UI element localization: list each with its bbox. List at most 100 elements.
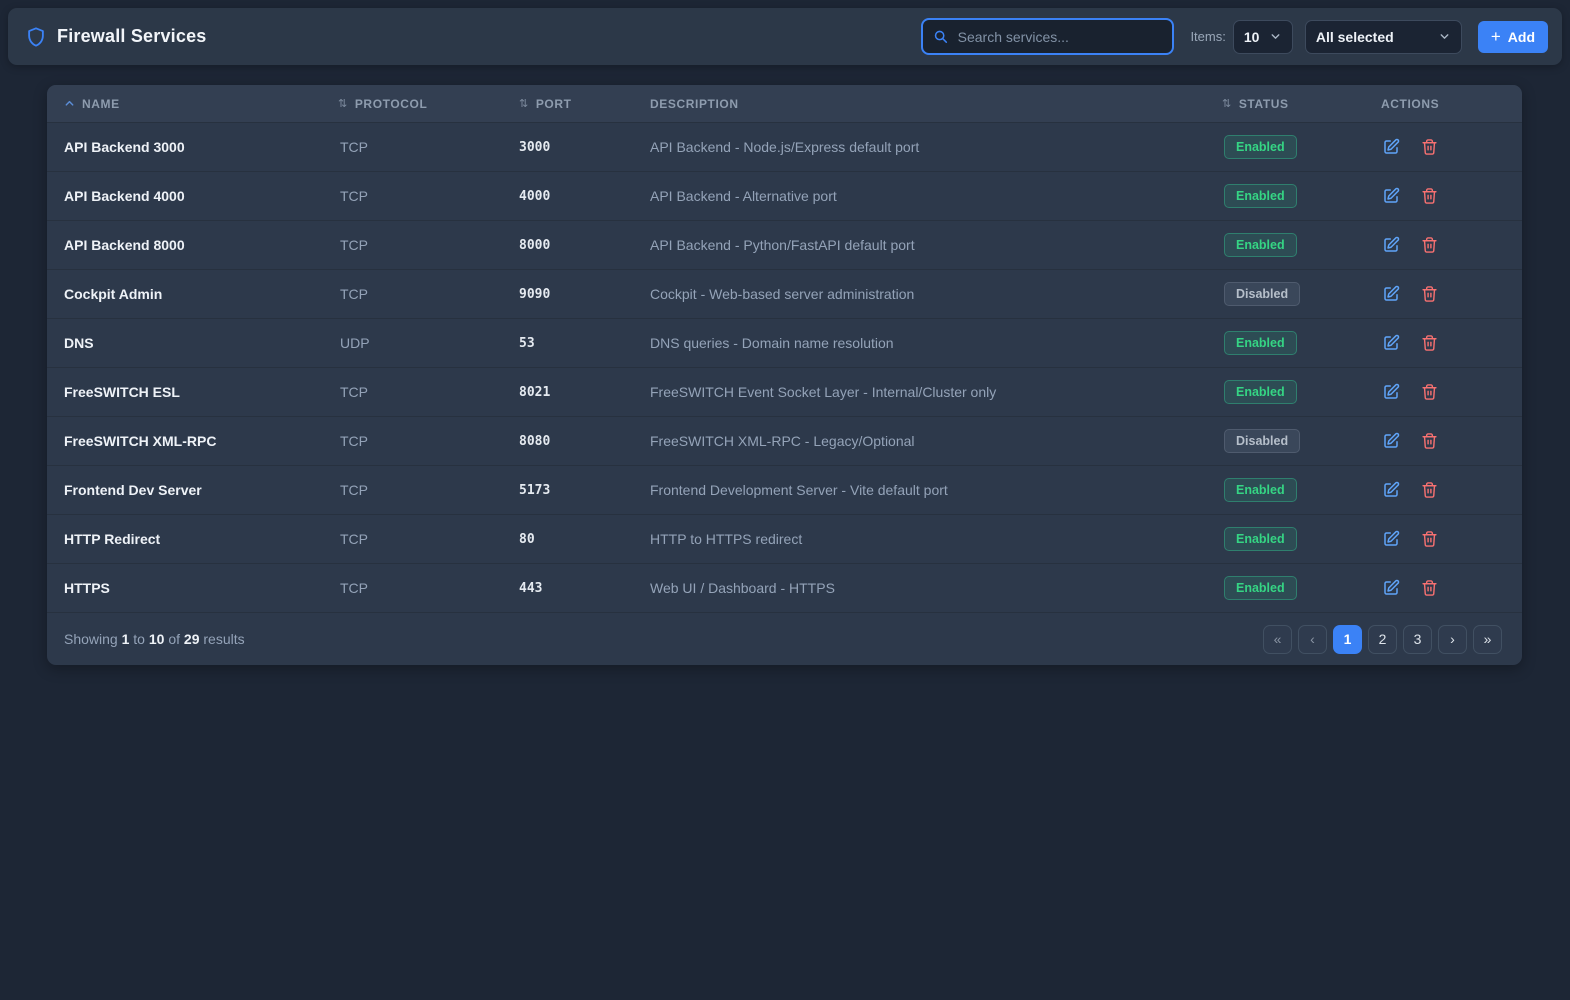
service-name: API Backend 8000	[47, 237, 338, 253]
delete-button[interactable]	[1421, 530, 1438, 548]
edit-button[interactable]	[1382, 383, 1400, 401]
service-description: FreeSWITCH XML-RPC - Legacy/Optional	[650, 433, 1222, 449]
service-description: HTTP to HTTPS redirect	[650, 531, 1222, 547]
row-actions	[1372, 530, 1522, 548]
trash-icon	[1421, 187, 1438, 205]
edit-button[interactable]	[1382, 285, 1400, 303]
service-port: 3000	[519, 140, 650, 155]
edit-button[interactable]	[1382, 432, 1400, 450]
edit-button[interactable]	[1382, 187, 1400, 205]
edit-pencil-square-icon	[1382, 579, 1400, 597]
pagination-page-1[interactable]: 1	[1333, 625, 1362, 654]
summary-text: of	[168, 631, 180, 647]
delete-button[interactable]	[1421, 579, 1438, 597]
edit-pencil-square-icon	[1382, 138, 1400, 156]
column-header-status[interactable]: ⇅STATUS	[1222, 97, 1372, 111]
column-header-description: DESCRIPTION	[650, 97, 1222, 111]
pagination-first-button[interactable]: «	[1263, 625, 1292, 654]
delete-button[interactable]	[1421, 236, 1438, 254]
trash-icon	[1421, 285, 1438, 303]
service-port: 443	[519, 581, 650, 596]
row-actions	[1372, 432, 1522, 450]
table-row: FreeSWITCH ESL TCP 8021 FreeSWITCH Event…	[47, 367, 1522, 416]
service-protocol: TCP	[338, 531, 519, 547]
column-label: NAME	[82, 97, 120, 111]
summary-text: results	[203, 631, 244, 647]
service-protocol: TCP	[338, 580, 519, 596]
service-name: DNS	[47, 335, 338, 351]
delete-button[interactable]	[1421, 187, 1438, 205]
pagination-next-button[interactable]: ›	[1438, 625, 1467, 654]
delete-button[interactable]	[1421, 285, 1438, 303]
search-box[interactable]	[921, 18, 1174, 55]
service-port: 80	[519, 532, 650, 547]
add-button[interactable]: + Add	[1478, 21, 1548, 53]
summary-text: to	[133, 631, 145, 647]
trash-icon	[1421, 138, 1438, 156]
summary-to: 10	[149, 631, 165, 647]
table-footer: Showing 1 to 10 of 29 results «‹123›»	[47, 612, 1522, 665]
service-port: 8021	[519, 385, 650, 400]
delete-button[interactable]	[1421, 383, 1438, 401]
service-protocol: UDP	[338, 335, 519, 351]
trash-icon	[1421, 432, 1438, 450]
service-status-cell: Enabled	[1222, 576, 1372, 600]
status-badge: Enabled	[1224, 184, 1297, 208]
table-row: HTTP Redirect TCP 80 HTTP to HTTPS redir…	[47, 514, 1522, 563]
service-description: Frontend Development Server - Vite defau…	[650, 482, 1222, 498]
edit-button[interactable]	[1382, 481, 1400, 499]
edit-pencil-square-icon	[1382, 530, 1400, 548]
table-row: Frontend Dev Server TCP 5173 Frontend De…	[47, 465, 1522, 514]
column-header-actions: ACTIONS	[1372, 97, 1522, 111]
delete-button[interactable]	[1421, 334, 1438, 352]
service-description: API Backend - Python/FastAPI default por…	[650, 237, 1222, 253]
edit-button[interactable]	[1382, 334, 1400, 352]
service-status-cell: Enabled	[1222, 331, 1372, 355]
column-header-name[interactable]: NAME	[47, 97, 338, 111]
pagination-last-button[interactable]: »	[1473, 625, 1502, 654]
status-badge: Enabled	[1224, 135, 1297, 159]
summary-from: 1	[122, 631, 130, 647]
items-per-page-select[interactable]: 10	[1233, 20, 1293, 54]
pagination-prev-button[interactable]: ‹	[1298, 625, 1327, 654]
service-description: Cockpit - Web-based server administratio…	[650, 286, 1222, 302]
service-description: FreeSWITCH Event Socket Layer - Internal…	[650, 384, 1222, 400]
sort-ascending-icon	[64, 98, 75, 109]
service-status-cell: Enabled	[1222, 135, 1372, 159]
status-filter-select[interactable]: All selected	[1305, 20, 1462, 54]
edit-button[interactable]	[1382, 579, 1400, 597]
service-port: 53	[519, 336, 650, 351]
edit-pencil-square-icon	[1382, 334, 1400, 352]
service-name: FreeSWITCH ESL	[47, 384, 338, 400]
column-label: STATUS	[1239, 97, 1289, 111]
service-description: API Backend - Alternative port	[650, 188, 1222, 204]
add-button-label: Add	[1508, 29, 1535, 45]
table-row: FreeSWITCH XML-RPC TCP 8080 FreeSWITCH X…	[47, 416, 1522, 465]
row-actions	[1372, 334, 1522, 352]
search-input[interactable]	[958, 29, 1163, 45]
column-header-port[interactable]: ⇅PORT	[519, 97, 650, 111]
column-header-protocol[interactable]: ⇅PROTOCOL	[338, 97, 519, 111]
pagination-page-3[interactable]: 3	[1403, 625, 1432, 654]
service-port: 4000	[519, 189, 650, 204]
column-label: DESCRIPTION	[650, 97, 739, 111]
service-status-cell: Enabled	[1222, 527, 1372, 551]
edit-button[interactable]	[1382, 530, 1400, 548]
table-row: API Backend 4000 TCP 4000 API Backend - …	[47, 171, 1522, 220]
edit-pencil-square-icon	[1382, 187, 1400, 205]
shield-icon	[25, 26, 47, 48]
summary-total: 29	[184, 631, 200, 647]
service-port: 8080	[519, 434, 650, 449]
delete-button[interactable]	[1421, 481, 1438, 499]
service-status-cell: Disabled	[1222, 282, 1372, 306]
sort-icon: ⇅	[519, 97, 529, 110]
edit-button[interactable]	[1382, 236, 1400, 254]
pagination-page-2[interactable]: 2	[1368, 625, 1397, 654]
row-actions	[1372, 187, 1522, 205]
delete-button[interactable]	[1421, 432, 1438, 450]
service-protocol: TCP	[338, 237, 519, 253]
delete-button[interactable]	[1421, 138, 1438, 156]
edit-button[interactable]	[1382, 138, 1400, 156]
row-actions	[1372, 481, 1522, 499]
service-name: Cockpit Admin	[47, 286, 338, 302]
